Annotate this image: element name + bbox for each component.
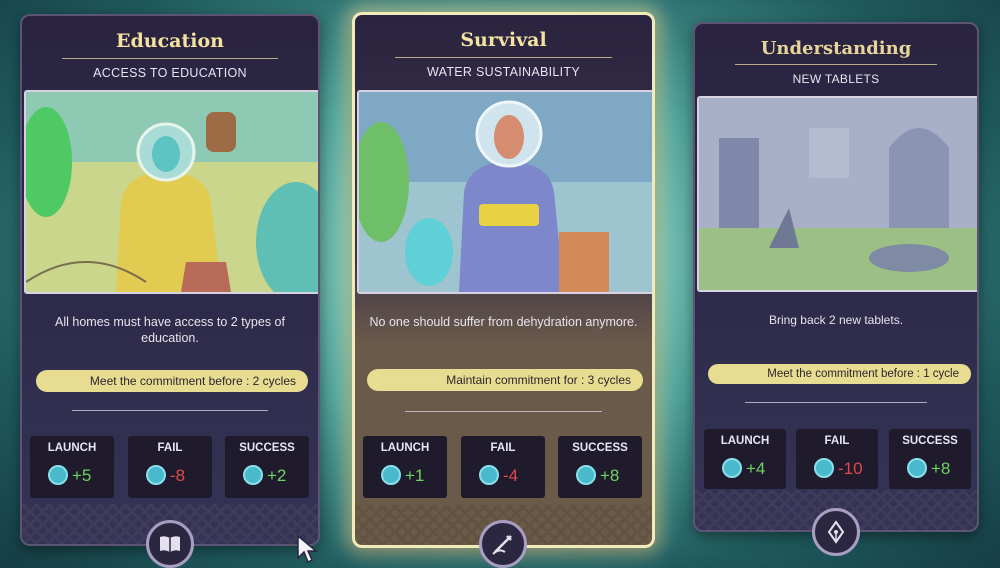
- stat-value: +5: [72, 466, 92, 485]
- stat-label: FAIL: [157, 442, 183, 454]
- population-icon: [814, 458, 834, 478]
- title-flourish: [62, 54, 278, 64]
- card-description: No one should suffer from dehydration an…: [369, 315, 638, 329]
- stat-value: -4: [503, 466, 519, 485]
- stat-success: SUCCESS +8: [889, 429, 971, 489]
- card-title: Understanding: [760, 38, 912, 59]
- stat-label: FAIL: [490, 442, 516, 454]
- card-illustration-ruins: [697, 96, 977, 292]
- pen-nib-icon[interactable]: [812, 508, 860, 556]
- card-subtitle: NEW TABLETS: [792, 72, 880, 86]
- mission-card-education[interactable]: Education ACCESS TO EDUCATION All homes …: [20, 14, 320, 546]
- stat-label: LAUNCH: [47, 442, 97, 454]
- stat-success: SUCCESS +8: [558, 436, 642, 498]
- card-title: Education: [116, 30, 224, 52]
- population-icon: [479, 465, 499, 485]
- hand-writing-icon[interactable]: [479, 520, 527, 568]
- card-title: Survival: [460, 29, 547, 51]
- stat-value: +2: [267, 466, 287, 485]
- card-illustration-astronaut-seated: [357, 90, 652, 294]
- stat-value: +8: [931, 459, 951, 478]
- card-description: Bring back 2 new tablets.: [768, 313, 904, 327]
- population-icon: [243, 465, 263, 485]
- stat-label: LAUNCH: [380, 442, 430, 454]
- card-illustration-astronaut-waving: [24, 90, 318, 294]
- title-flourish: [735, 60, 937, 70]
- commitment-pill: Maintain commitment for : 3 cycles: [367, 369, 643, 391]
- stat-label: FAIL: [824, 435, 850, 447]
- population-icon: [381, 465, 401, 485]
- population-icon: [146, 465, 166, 485]
- stat-launch: LAUNCH +1: [363, 436, 447, 498]
- stat-value: -8: [170, 466, 186, 485]
- section-divider: [405, 407, 602, 417]
- stat-label: SUCCESS: [239, 442, 295, 454]
- card-description: All homes must have access to 2 types of…: [55, 315, 285, 345]
- mouse-cursor-icon: [297, 534, 318, 564]
- mission-card-survival[interactable]: Survival WATER SUSTAINABILITY No one sho…: [352, 12, 655, 548]
- stat-fail: FAIL -4: [461, 436, 545, 498]
- card-subtitle: WATER SUSTAINABILITY: [426, 65, 580, 79]
- population-icon: [576, 465, 596, 485]
- stat-fail: FAIL -8: [128, 436, 212, 498]
- stat-value: +1: [405, 466, 425, 485]
- stat-value: +8: [600, 466, 620, 485]
- mission-card-understanding[interactable]: Understanding NEW TABLETS Bring back 2 n…: [693, 22, 979, 532]
- commitment-pill: Meet the commitment before : 1 cycle: [708, 364, 971, 384]
- population-icon: [722, 458, 742, 478]
- commitment-pill: Meet the commitment before : 2 cycles: [36, 370, 308, 392]
- stat-launch: LAUNCH +5: [30, 436, 114, 498]
- title-flourish: [395, 53, 612, 63]
- stat-label: SUCCESS: [572, 442, 628, 454]
- section-divider: [72, 406, 268, 416]
- population-icon: [907, 458, 927, 478]
- stat-success: SUCCESS +2: [225, 436, 309, 498]
- population-icon: [48, 465, 68, 485]
- stat-launch: LAUNCH +4: [704, 429, 786, 489]
- stat-label: SUCCESS: [902, 435, 958, 447]
- stat-fail: FAIL -10: [796, 429, 878, 489]
- open-book-icon[interactable]: [146, 520, 194, 568]
- card-subtitle: ACCESS TO EDUCATION: [93, 66, 247, 80]
- section-divider: [745, 398, 927, 408]
- stat-value: +4: [746, 459, 766, 478]
- stat-label: LAUNCH: [720, 435, 770, 447]
- stat-value: -10: [838, 459, 863, 478]
